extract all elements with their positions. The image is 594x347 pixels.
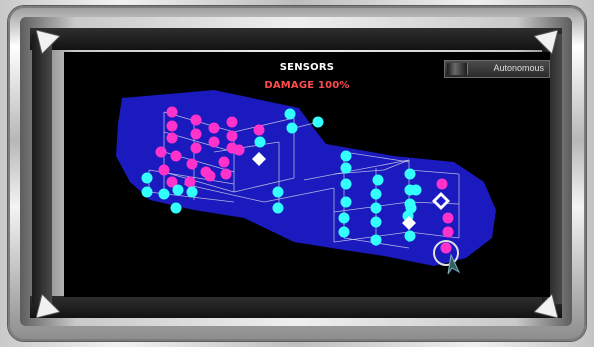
magenta-sensor-node	[190, 142, 202, 154]
magenta-sensor-node	[208, 122, 220, 134]
frame-bottom-bar	[30, 296, 562, 318]
cyan-sensor-node	[272, 202, 284, 214]
cyan-sensor-node	[172, 184, 184, 196]
magenta-sensor-node	[220, 168, 232, 180]
magenta-sensor-node	[190, 128, 202, 140]
cyan-sensor-node	[340, 150, 352, 162]
cyan-sensor-node	[170, 202, 182, 214]
cyan-sensor-node	[404, 230, 416, 242]
magenta-sensor-node	[442, 226, 454, 238]
cyan-sensor-node	[284, 108, 296, 120]
cyan-sensor-node	[372, 174, 384, 186]
cyan-sensor-node	[338, 226, 350, 238]
magenta-sensor-node	[253, 124, 265, 136]
cyan-sensor-node	[272, 186, 284, 198]
magenta-sensor-node	[186, 158, 198, 170]
magenta-sensor-node	[166, 106, 178, 118]
magenta-sensor-node	[436, 178, 448, 190]
damage-readout: DAMAGE 100%	[264, 80, 350, 91]
mode-button-label: Autonomous	[493, 63, 544, 73]
game-stage: SENSORS DAMAGE 100% Autonomous	[0, 0, 594, 347]
magenta-sensor-node	[166, 120, 178, 132]
cyan-sensor-node	[186, 186, 198, 198]
mode-toggle-grip[interactable]	[447, 63, 468, 75]
magenta-sensor-node	[190, 114, 202, 126]
cyan-sensor-node	[338, 212, 350, 224]
corner-bolt-icon	[36, 294, 60, 318]
corner-bolt-icon	[36, 30, 60, 54]
cyan-sensor-node	[370, 216, 382, 228]
cyan-sensor-node	[158, 188, 170, 200]
cyan-sensor-node	[404, 168, 416, 180]
cyan-sensor-node	[312, 116, 324, 128]
cyan-sensor-node	[141, 186, 153, 198]
cyan-sensor-node	[254, 136, 266, 148]
corner-bolt-icon	[534, 294, 558, 318]
cyan-sensor-node	[370, 202, 382, 214]
magenta-sensor-node	[226, 130, 238, 142]
magenta-sensor-node	[218, 156, 230, 168]
sensor-screen: SENSORS DAMAGE 100% Autonomous	[64, 52, 550, 297]
magenta-sensor-node	[442, 212, 454, 224]
magenta-sensor-node	[158, 164, 170, 176]
autonomous-mode-button[interactable]: Autonomous	[444, 60, 550, 78]
cyan-sensor-node	[340, 162, 352, 174]
cyan-sensor-node	[370, 188, 382, 200]
magenta-sensor-node	[170, 150, 182, 162]
cyan-sensor-node	[405, 202, 417, 214]
frame-left-rail	[32, 34, 52, 304]
magenta-sensor-node	[166, 132, 178, 144]
magenta-sensor-node	[184, 176, 196, 188]
cyan-sensor-node	[410, 184, 422, 196]
magenta-sensor-node	[208, 136, 220, 148]
cyan-sensor-node	[370, 234, 382, 246]
magenta-sensor-node	[440, 242, 452, 254]
cyan-sensor-node	[340, 196, 352, 208]
cyan-sensor-node	[141, 172, 153, 184]
cyan-sensor-node	[340, 178, 352, 190]
magenta-sensor-node	[204, 170, 216, 182]
magenta-sensor-node	[155, 146, 167, 158]
cyan-sensor-node	[286, 122, 298, 134]
magenta-sensor-node	[226, 116, 238, 128]
magenta-sensor-node	[233, 144, 245, 156]
frame-top-bar	[30, 28, 562, 50]
corner-bolt-icon	[534, 30, 558, 54]
